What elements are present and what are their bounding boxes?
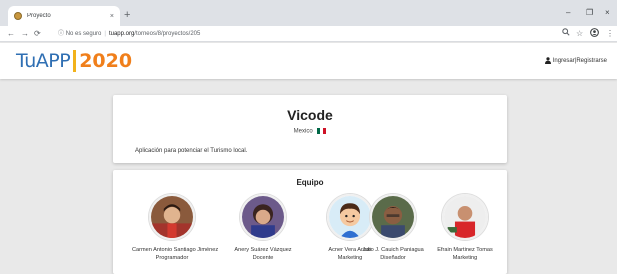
country-name: Mexico xyxy=(293,128,313,135)
back-arrow-icon[interactable]: ← xyxy=(7,28,15,40)
member-role: Programador xyxy=(155,255,189,261)
member-name: Efrain Martinez Tomas xyxy=(437,247,493,253)
logo-text-year: 2020 xyxy=(79,50,133,72)
zoom-icon[interactable] xyxy=(562,28,570,40)
forward-arrow-icon[interactable]: → xyxy=(21,28,29,40)
bookmark-star-icon[interactable]: ☆ xyxy=(576,28,583,40)
site-favicon-icon xyxy=(14,12,22,20)
auth-links[interactable]: Ingresar|Registrarse xyxy=(544,57,607,64)
project-card: Vicode Mexico Aplicación para potenciar … xyxy=(113,95,507,163)
browser-tabstrip: Proyecto × + – ❐ × xyxy=(0,0,617,26)
member-name: Anery Suárez Vázquez xyxy=(234,247,292,253)
project-title: Vicode xyxy=(287,107,333,123)
team-member[interactable]: Anery Suárez Vázquez Docente xyxy=(223,194,303,262)
logo-text-tuapp: TuAPP xyxy=(16,50,71,72)
tab-title: Proyecto xyxy=(27,13,51,19)
window-minimize-button[interactable]: – xyxy=(566,8,570,17)
security-label: No es seguro xyxy=(65,31,102,37)
member-role: Diseñador xyxy=(380,255,406,261)
window-close-button[interactable]: × xyxy=(605,8,610,17)
site-logo[interactable]: TuAPP 2020 xyxy=(16,49,132,73)
project-description: Aplicación para potenciar el Turismo loc… xyxy=(135,148,248,154)
reload-icon[interactable]: ⟳ xyxy=(34,28,41,40)
browser-tab[interactable]: Proyecto × xyxy=(8,6,120,26)
url-host: tuapp.org xyxy=(108,31,135,37)
member-role: Marketing xyxy=(452,255,478,261)
avatar xyxy=(370,194,416,240)
member-name: Carmen Antonio Santiago Jiménez xyxy=(132,247,219,253)
member-role: Docente xyxy=(252,255,274,261)
tab-close-icon[interactable]: × xyxy=(110,13,114,20)
team-member[interactable]: Julio J. Cauich Paniagua Diseñador xyxy=(353,194,433,262)
team-member[interactable]: Carmen Antonio Santiago Jiménez Programa… xyxy=(132,194,219,262)
info-icon[interactable]: ⓘ xyxy=(58,31,64,37)
site-header: TuAPP 2020 Ingresar|Registrarse xyxy=(0,43,617,79)
window-restore-button[interactable]: ❐ xyxy=(586,8,593,17)
team-member[interactable]: Efrain Martinez Tomas Marketing xyxy=(425,194,505,262)
avatar xyxy=(149,194,195,240)
avatar xyxy=(240,194,286,240)
team-title: Equipo xyxy=(296,178,324,187)
address-bar[interactable]: ⓘ No es seguro | tuapp.org/torneos/8/proye… xyxy=(58,29,200,39)
new-tab-button[interactable]: + xyxy=(124,8,130,22)
browser-toolbar: ← → ⟳ ⓘ No es seguro | tuapp.org/torneos/8… xyxy=(0,26,617,42)
team-card: Equipo Carmen Antonio Santiago Jiménez P… xyxy=(113,170,507,274)
profile-icon[interactable] xyxy=(590,28,599,41)
url-path: /torneos/8/proyectos/205 xyxy=(134,31,201,37)
avatar xyxy=(442,194,488,240)
member-name: Julio J. Cauich Paniagua xyxy=(362,247,424,253)
project-country: Mexico xyxy=(113,128,507,135)
login-register-link[interactable]: Ingresar|Registrarse xyxy=(553,58,607,64)
user-icon xyxy=(544,57,551,64)
mexico-flag-icon xyxy=(317,128,327,134)
logo-divider xyxy=(73,50,77,72)
menu-kebab-icon[interactable]: ⋮ xyxy=(606,28,614,40)
